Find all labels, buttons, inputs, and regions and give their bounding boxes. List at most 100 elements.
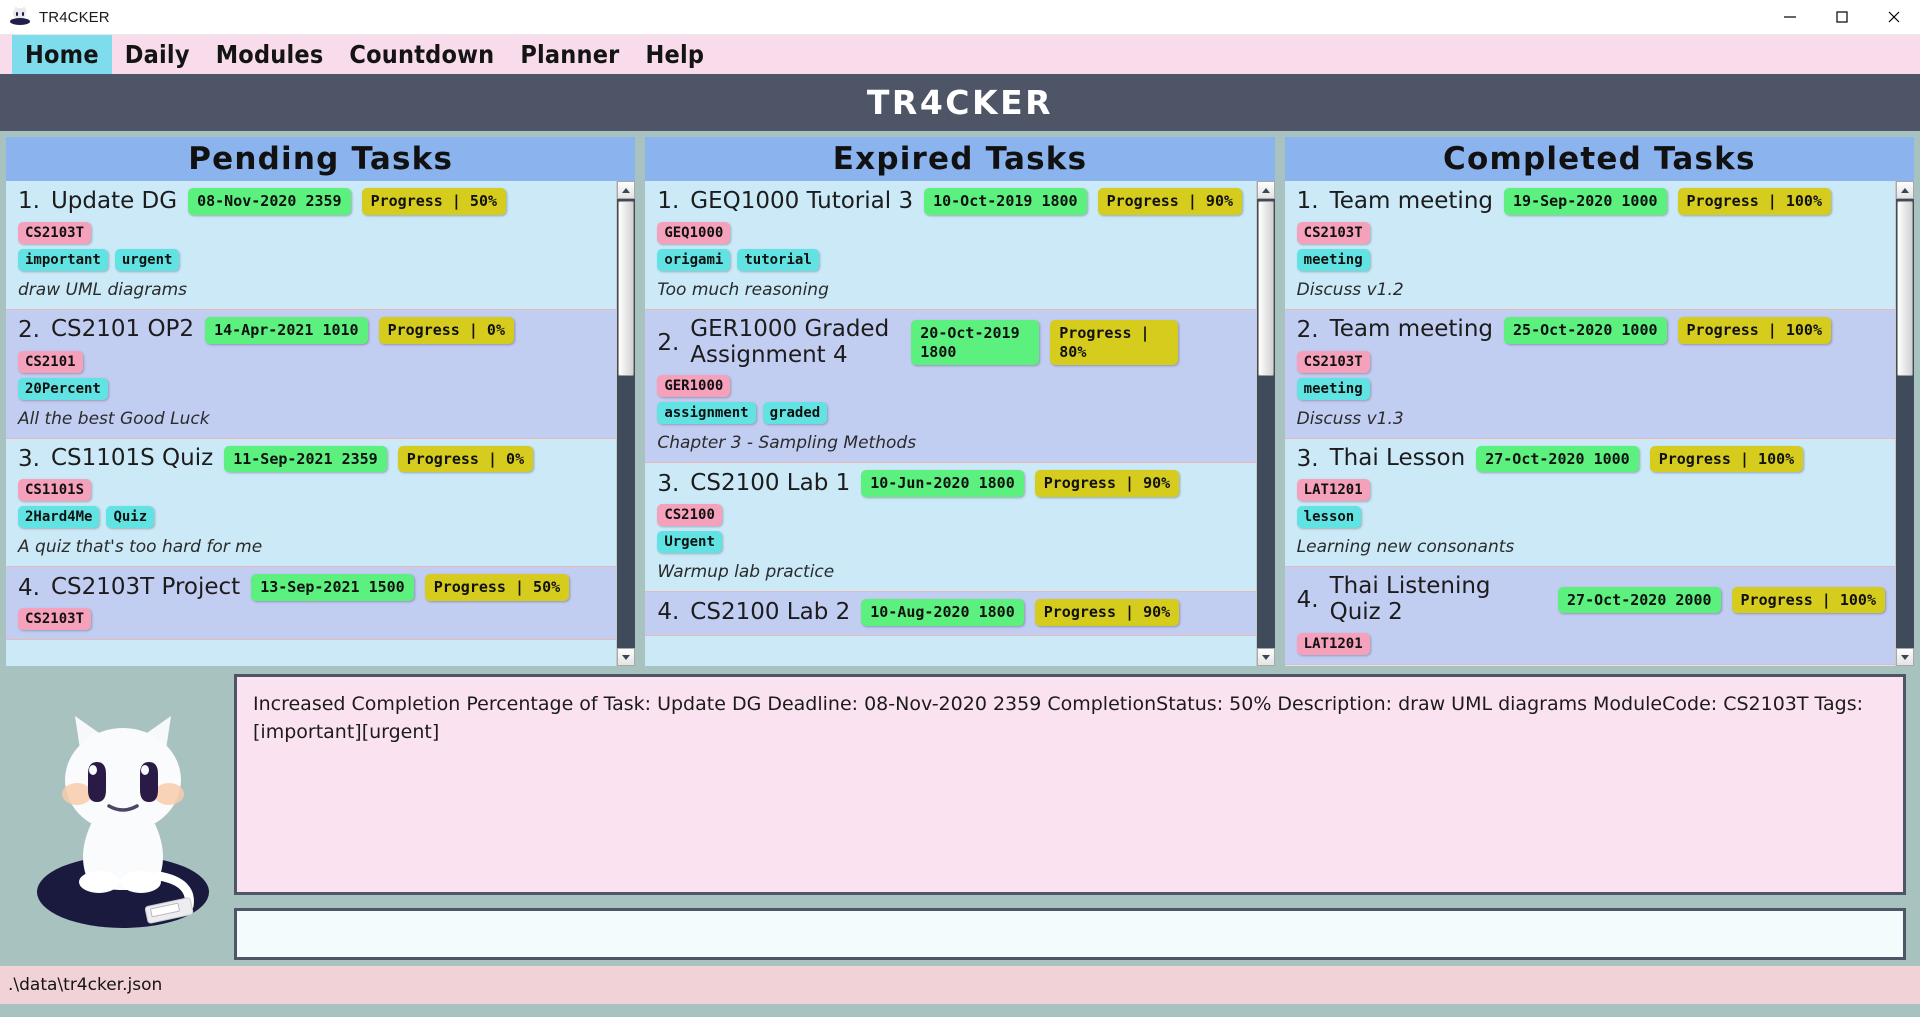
task-name: Thai Listening Quiz 2 [1329, 573, 1491, 625]
task-header-row: 1. Update DG 08-Nov-2020 2359 Progress | 50… [18, 188, 606, 215]
task-card[interactable]: 3. CS1101S Quiz 11-Sep-2021 2359 Progress |… [6, 438, 617, 568]
column-header-completed: Completed Tasks [1284, 137, 1914, 181]
task-header-row: 1. GEQ1000 Tutorial 3 10-Oct-2019 1800 Prog… [657, 188, 1245, 215]
task-card[interactable]: 2. GER1000 Graded Assignment 4 20-Oct-2019… [645, 309, 1256, 464]
menu-item-countdown[interactable]: Countdown [336, 35, 507, 74]
task-card[interactable]: 4. CS2103T Project 13-Sep-2021 1500 Progres… [6, 567, 617, 640]
module-tag: CS2100 [657, 504, 722, 526]
module-tag-row: LAT1201 [1296, 632, 1885, 655]
scroll-up-arrow-icon[interactable] [1256, 181, 1275, 199]
task-progress-badge: Progress | 50% [361, 188, 507, 215]
task-list-expired: 1. GEQ1000 Tutorial 3 10-Oct-2019 1800 Prog… [645, 181, 1256, 666]
mascot-pane [12, 666, 234, 966]
scrollbar-completed[interactable] [1894, 181, 1914, 666]
task-name: CS2100 Lab 2 [690, 598, 851, 625]
scroll-down-arrow-icon[interactable] [1256, 648, 1275, 666]
task-header-row: 2. GER1000 Graded Assignment 4 20-Oct-2019… [657, 316, 1245, 369]
label-tag-row: meeting [1296, 248, 1885, 271]
task-progress-badge: Progress | 100% [1649, 445, 1804, 473]
cat-usb-icon [10, 6, 30, 27]
task-column-completed: Completed Tasks 1. Team meeting 19-Sep-2020… [1284, 137, 1914, 666]
module-tag: CS2101 [18, 350, 83, 373]
module-tag: CS1101S [18, 479, 92, 502]
scroll-down-arrow-icon[interactable] [617, 648, 636, 666]
task-card[interactable]: 1. Team meeting 19-Sep-2020 1000 Progress |… [1284, 181, 1895, 310]
task-index: 1. [18, 188, 40, 215]
status-bar: .\data\tr4cker.json [0, 966, 1920, 1004]
task-card[interactable]: 4. CS2100 Lab 2 10-Aug-2020 1800 Progress |… [645, 592, 1256, 636]
column-header-label: Expired Tasks [832, 141, 1088, 177]
maximize-button[interactable] [1816, 0, 1868, 35]
module-tag-row: GEQ1000 [657, 221, 1245, 244]
app-banner: TR4CKER [0, 74, 1920, 131]
task-name: CS2100 Lab 1 [690, 469, 851, 496]
scrollbar-expired[interactable] [1255, 181, 1275, 666]
module-tag-row: CS2100 [657, 504, 1245, 526]
task-card[interactable]: 2. CS2101 OP2 14-Apr-2021 1010 Progress | 0… [6, 309, 617, 439]
menu-item-label: Countdown [349, 40, 495, 69]
minimize-button[interactable] [1764, 0, 1816, 35]
scrollbar-pending[interactable] [616, 181, 636, 666]
scrollbar-track[interactable] [1895, 199, 1914, 648]
module-tag: LAT1201 [1296, 479, 1370, 502]
scroll-down-arrow-icon[interactable] [1895, 648, 1914, 666]
task-progress-badge: Progress | 100% [1677, 188, 1831, 215]
menu-item-modules[interactable]: Modules [203, 35, 337, 74]
column-header-label: Pending Tasks [188, 141, 454, 177]
task-description: Discuss v1.3 [1296, 408, 1404, 429]
close-button[interactable] [1868, 0, 1920, 35]
status-bar-path: .\data\tr4cker.json [8, 975, 163, 995]
task-index: 1. [657, 188, 680, 215]
scroll-up-arrow-icon[interactable] [617, 181, 636, 199]
task-card[interactable]: 4. Thai Listening Quiz 2 27-Oct-2020 2000 P… [1284, 567, 1895, 665]
task-description: Warmup lab practice [657, 562, 835, 582]
window-titlebar: TR4CKER [0, 0, 1920, 35]
task-name: CS2103T Project [50, 573, 241, 600]
task-card[interactable]: 1. Update DG 08-Nov-2020 2359 Progress | 50… [6, 181, 617, 310]
task-deadline-badge: 08-Nov-2020 2359 [188, 188, 351, 215]
task-deadline-badge: 14-Apr-2021 1010 [205, 316, 368, 344]
scrollbar-track[interactable] [1256, 199, 1275, 648]
scrollbar-thumb[interactable] [1896, 201, 1913, 376]
task-description: A quiz that's too hard for me [18, 537, 263, 558]
scrollbar-track[interactable] [617, 199, 636, 648]
menu-item-label: Home [25, 40, 99, 69]
task-header-row: 3. CS2100 Lab 1 10-Jun-2020 1800 Progress |… [657, 470, 1245, 497]
menu-item-help[interactable]: Help [632, 35, 717, 74]
module-tag: GER1000 [657, 375, 731, 398]
label-tag-row: 2Hard4Me Quiz [18, 506, 606, 529]
label-tag: Quiz [106, 506, 155, 529]
task-index: 3. [18, 445, 40, 472]
task-progress-badge: Progress | 0% [397, 445, 534, 473]
task-progress-badge: Progress | 90% [1097, 188, 1243, 215]
app-banner-title: TR4CKER [866, 83, 1054, 122]
task-card[interactable]: 2. Team meeting 25-Oct-2020 1000 Progress |… [1284, 309, 1895, 439]
window-title: TR4CKER [39, 8, 110, 26]
task-card[interactable]: 3. CS2100 Lab 1 10-Jun-2020 1800 Progress |… [645, 463, 1256, 592]
task-header-row: 4. Thai Listening Quiz 2 27-Oct-2020 2000 P… [1297, 573, 1885, 626]
scrollbar-thumb[interactable] [1257, 201, 1274, 376]
task-card[interactable]: 1. GEQ1000 Tutorial 3 10-Oct-2019 1800 Prog… [645, 181, 1256, 310]
task-index: 3. [1296, 445, 1319, 472]
task-column-expired: Expired Tasks 1. GEQ1000 Tutorial 3 10-Oct-… [645, 137, 1275, 666]
task-deadline-badge: 25-Oct-2020 1000 [1504, 316, 1667, 344]
task-description: draw UML diagrams [18, 279, 188, 300]
label-tag-row: origami tutorial [657, 248, 1245, 271]
main-body: Pending Tasks 1. Update DG 08-Nov-2020 2359… [0, 131, 1920, 966]
task-card[interactable]: 3. Thai Lesson 27-Oct-2020 1000 Progress | … [1284, 438, 1895, 568]
scrollbar-thumb[interactable] [618, 201, 635, 376]
menu-item-daily[interactable]: Daily [112, 35, 203, 74]
module-tag-row: CS2103T [1296, 221, 1885, 244]
command-input[interactable] [234, 908, 1906, 960]
task-deadline-badge: 13-Sep-2021 1500 [251, 574, 414, 601]
task-name: Update DG [50, 187, 178, 214]
menu-item-planner[interactable]: Planner [507, 35, 632, 74]
scroll-up-arrow-icon[interactable] [1895, 181, 1914, 199]
column-header-label: Completed Tasks [1443, 141, 1756, 177]
task-name: Team meeting [1329, 187, 1494, 214]
menu-item-home[interactable]: Home [12, 35, 112, 74]
task-list-completed: 1. Team meeting 19-Sep-2020 1000 Progress |… [1284, 181, 1895, 666]
task-header-row: 3. Thai Lesson 27-Oct-2020 1000 Progress | … [1296, 445, 1885, 473]
module-tag-row: CS2103T [1296, 350, 1885, 373]
task-description: Chapter 3 - Sampling Methods [657, 433, 917, 454]
